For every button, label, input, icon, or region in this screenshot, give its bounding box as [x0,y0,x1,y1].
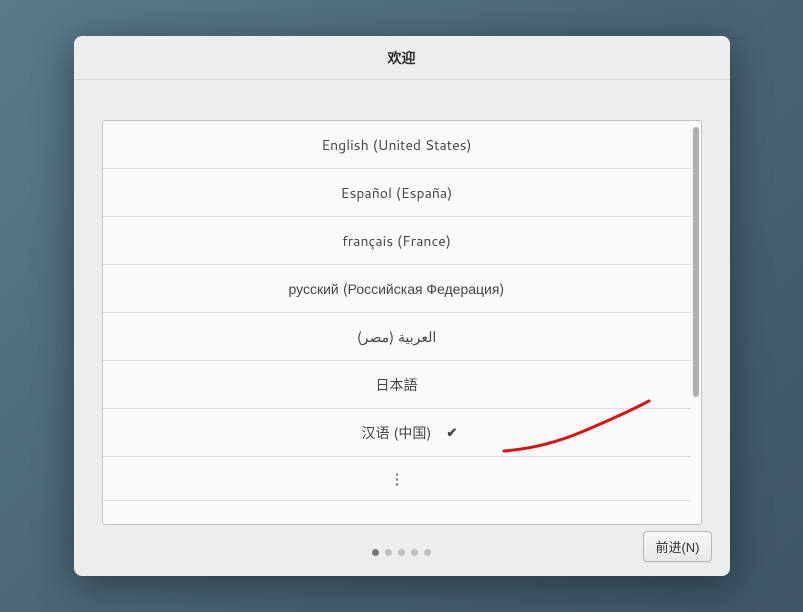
language-label: Español (España) [341,183,453,203]
language-label: 日本語 [376,375,418,395]
language-label: English (United States) [321,135,471,155]
next-button[interactable]: 前进(N) [643,531,711,562]
language-label: français (France) [342,231,451,251]
language-item-french[interactable]: français (France) [103,217,691,265]
footer: 前进(N) [643,531,711,562]
titlebar: 欢迎 [74,36,730,80]
scrollbar[interactable] [691,121,701,524]
page-indicator [372,549,431,556]
language-item-chinese[interactable]: 汉语 (中国) ✔ [103,409,691,457]
setup-window: 欢迎 English (United States) Español (Espa… [74,36,730,576]
language-item-japanese[interactable]: 日本語 [103,361,691,409]
language-label: (العربية (مصر [357,327,437,347]
pager-dot [398,549,405,556]
language-label: 汉语 (中国) [362,423,432,443]
language-label: русский (Российская Федерация) [288,279,504,299]
more-icon: ⋮ [390,468,404,489]
language-list-frame: English (United States) Español (España)… [102,120,702,525]
check-icon: ✔ [447,424,458,442]
language-item-arabic[interactable]: (العربية (مصر [103,313,691,361]
pager-dot [385,549,392,556]
language-item-english[interactable]: English (United States) [103,121,691,169]
page-title: 欢迎 [388,48,416,68]
pager-dot [372,549,379,556]
more-languages-item[interactable]: ⋮ [103,457,691,501]
language-list[interactable]: English (United States) Español (España)… [103,121,691,524]
language-item-russian[interactable]: русский (Российская Федерация) [103,265,691,313]
scrollbar-thumb[interactable] [693,127,699,397]
pager-dot [424,549,431,556]
content-area: English (United States) Español (España)… [74,80,730,576]
pager-dot [411,549,418,556]
language-item-spanish[interactable]: Español (España) [103,169,691,217]
